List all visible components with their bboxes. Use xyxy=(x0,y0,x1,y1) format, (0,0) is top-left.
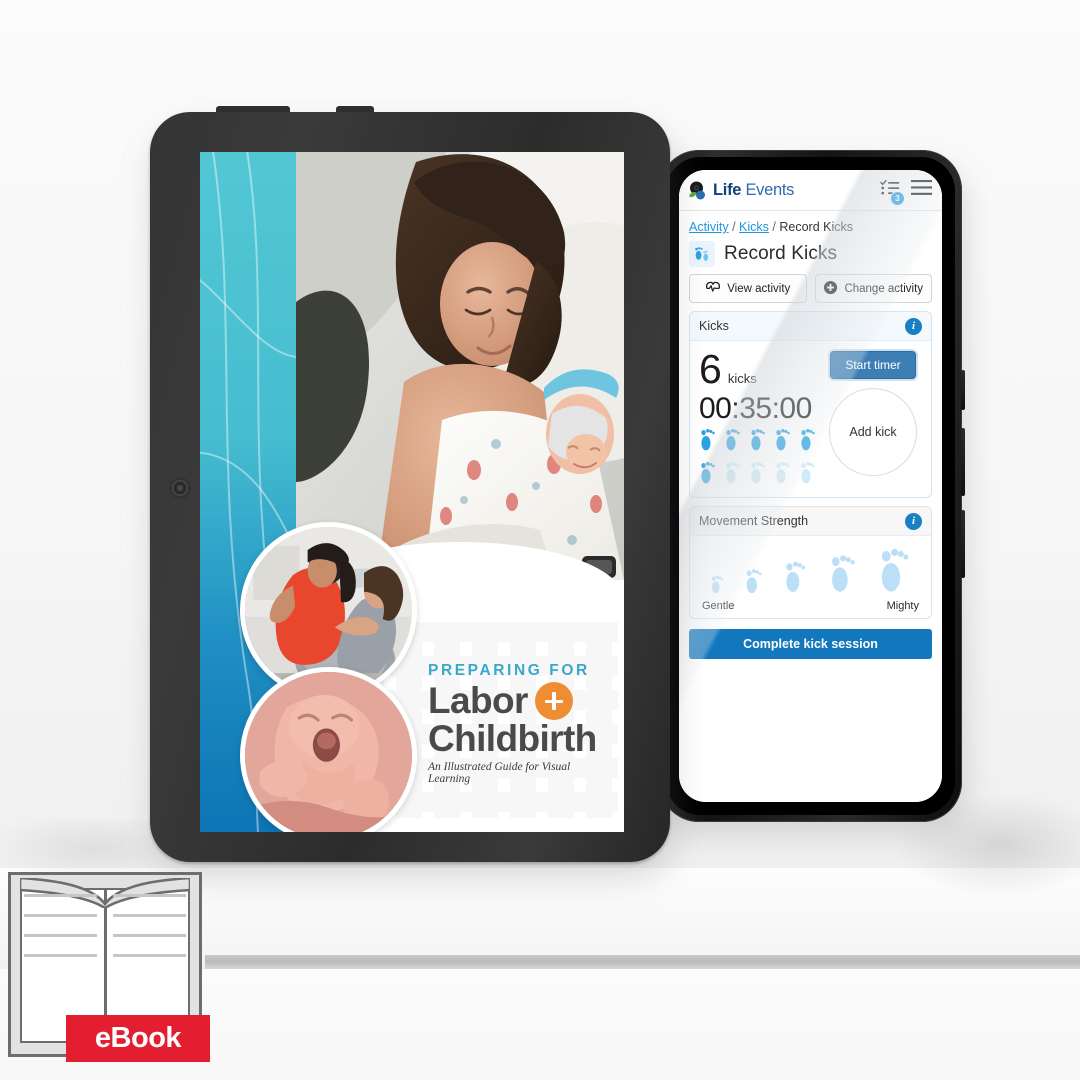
kick-count-group: 6 kicks xyxy=(699,346,824,392)
cover-inset-photo-2 xyxy=(240,667,417,832)
plus-circle-filled-icon xyxy=(823,280,838,298)
phone-screen: Life Events 3 Activity / Kicks / Record … xyxy=(679,170,942,802)
kick-footprint[interactable] xyxy=(724,427,741,457)
footprint-row-1 xyxy=(699,427,824,457)
phone-volume-button[interactable] xyxy=(961,428,965,496)
breadcrumb-current: Record Kicks xyxy=(779,220,854,234)
cover-title-block: PREPARING FOR Labor Childbirth An Illust… xyxy=(428,662,612,785)
activity-pulse-icon xyxy=(705,280,721,297)
movement-strength-body: Gentle Mighty xyxy=(690,536,931,618)
strength-scale[interactable] xyxy=(700,547,921,599)
kick-footprint[interactable] xyxy=(774,460,791,490)
start-timer-button[interactable]: Start timer xyxy=(830,351,916,379)
shelf-edge xyxy=(205,955,1080,969)
movement-strength-card: Movement Strength i Gentle Mighty xyxy=(689,506,932,620)
strength-step[interactable] xyxy=(828,552,857,599)
tablet-camera-icon xyxy=(172,480,188,496)
tablet-device: PREPARING FOR Labor Childbirth An Illust… xyxy=(150,106,674,878)
hamburger-menu-icon[interactable] xyxy=(911,180,932,200)
kicks-stats: 6 kicks 00:35:00 xyxy=(699,346,824,490)
cover-subtitle: An Illustrated Guide for Visual Learning xyxy=(428,760,571,785)
strength-step[interactable] xyxy=(783,559,807,599)
complete-kick-session-button[interactable]: Complete kick session xyxy=(689,629,932,660)
strength-high-label: Mighty xyxy=(886,600,919,613)
book-lines-left xyxy=(23,894,98,974)
action-button-row: View activity Change activity xyxy=(679,274,942,311)
strength-low-label: Gentle xyxy=(702,600,735,613)
change-activity-button[interactable]: Change activity xyxy=(814,274,932,303)
app-logo[interactable]: Life Events xyxy=(687,180,794,201)
view-activity-label: View activity xyxy=(727,282,791,295)
strength-step[interactable] xyxy=(877,545,911,599)
tasks-count-badge: 3 xyxy=(890,191,905,206)
strength-scale-labels: Gentle Mighty xyxy=(700,599,921,612)
phone-mute-button[interactable] xyxy=(961,370,965,410)
header-icon-group: 3 xyxy=(880,179,932,206)
cover-preheading: PREPARING FOR xyxy=(428,662,590,679)
footprint-row-2 xyxy=(699,460,824,490)
breadcrumb-activity[interactable]: Activity xyxy=(689,220,729,234)
kick-footprint[interactable] xyxy=(699,427,716,457)
kick-footprint[interactable] xyxy=(699,460,716,490)
tablet-screen: PREPARING FOR Labor Childbirth An Illust… xyxy=(200,152,624,832)
phone-frame: Life Events 3 Activity / Kicks / Record … xyxy=(659,150,965,822)
tablet-frame: PREPARING FOR Labor Childbirth An Illust… xyxy=(150,112,670,862)
ebook-badge: eBook xyxy=(8,872,210,1062)
kick-footprint[interactable] xyxy=(799,427,816,457)
cover-title-line-1: Labor xyxy=(428,682,612,720)
kick-footprint[interactable] xyxy=(774,427,791,457)
breadcrumb-sep-1: / xyxy=(732,220,736,234)
breadcrumb: Activity / Kicks / Record Kicks xyxy=(679,211,942,240)
tasks-icon-wrap[interactable]: 3 xyxy=(880,179,905,206)
movement-card-title: Movement Strength xyxy=(699,514,809,529)
kick-footprint[interactable] xyxy=(724,460,741,490)
ebook-label: eBook xyxy=(66,1015,210,1062)
strength-step[interactable] xyxy=(744,567,763,600)
kick-timer-value: 00:35:00 xyxy=(699,391,812,425)
cover-title-labor: Labor xyxy=(428,680,528,722)
strength-step[interactable] xyxy=(710,574,724,599)
plus-circle-icon xyxy=(534,682,573,720)
life-events-app: Life Events 3 Activity / Kicks / Record … xyxy=(679,170,942,802)
kick-footprint[interactable] xyxy=(749,427,766,457)
app-logo-text: Life Events xyxy=(713,180,795,199)
phone-bezel: Life Events 3 Activity / Kicks / Record … xyxy=(666,157,955,815)
kick-count-value: 6 xyxy=(699,346,722,392)
phone-power-button[interactable] xyxy=(961,510,965,578)
baby-footprints-icon xyxy=(689,241,715,267)
change-activity-label: Change activity xyxy=(844,282,924,295)
kick-footprint[interactable] xyxy=(799,460,816,490)
book-lines-right xyxy=(112,894,187,974)
cover-title-childbirth: Childbirth xyxy=(428,718,597,759)
add-kick-button[interactable]: Add kick xyxy=(829,388,917,476)
info-icon[interactable]: i xyxy=(905,317,922,335)
view-activity-button[interactable]: View activity xyxy=(689,274,807,303)
movement-card-header: Movement Strength i xyxy=(690,507,931,537)
app-header: Life Events 3 xyxy=(679,170,942,211)
cover-hero-photo xyxy=(296,152,624,580)
life-events-logo-icon xyxy=(687,180,708,201)
page-title: Record Kicks xyxy=(679,240,942,274)
kicks-card: Kicks i 6 kicks 00:35:00 Start timer Add… xyxy=(689,311,932,499)
breadcrumb-sep-2: / xyxy=(772,220,776,234)
breadcrumb-kicks[interactable]: Kicks xyxy=(739,220,769,234)
phone-device: Life Events 3 Activity / Kicks / Record … xyxy=(653,150,968,836)
ebook-cover: PREPARING FOR Labor Childbirth An Illust… xyxy=(200,152,624,832)
kicks-card-title: Kicks xyxy=(699,319,729,333)
info-icon[interactable]: i xyxy=(905,512,922,530)
page-title-text: Record Kicks xyxy=(724,243,838,264)
kicks-card-body: 6 kicks 00:35:00 Start timer Add kick xyxy=(690,341,931,497)
kick-count-label: kicks xyxy=(727,371,757,386)
kick-footprint[interactable] xyxy=(749,460,766,490)
kicks-card-header: Kicks i xyxy=(690,312,931,341)
kicks-controls: Start timer Add kick xyxy=(824,351,922,489)
